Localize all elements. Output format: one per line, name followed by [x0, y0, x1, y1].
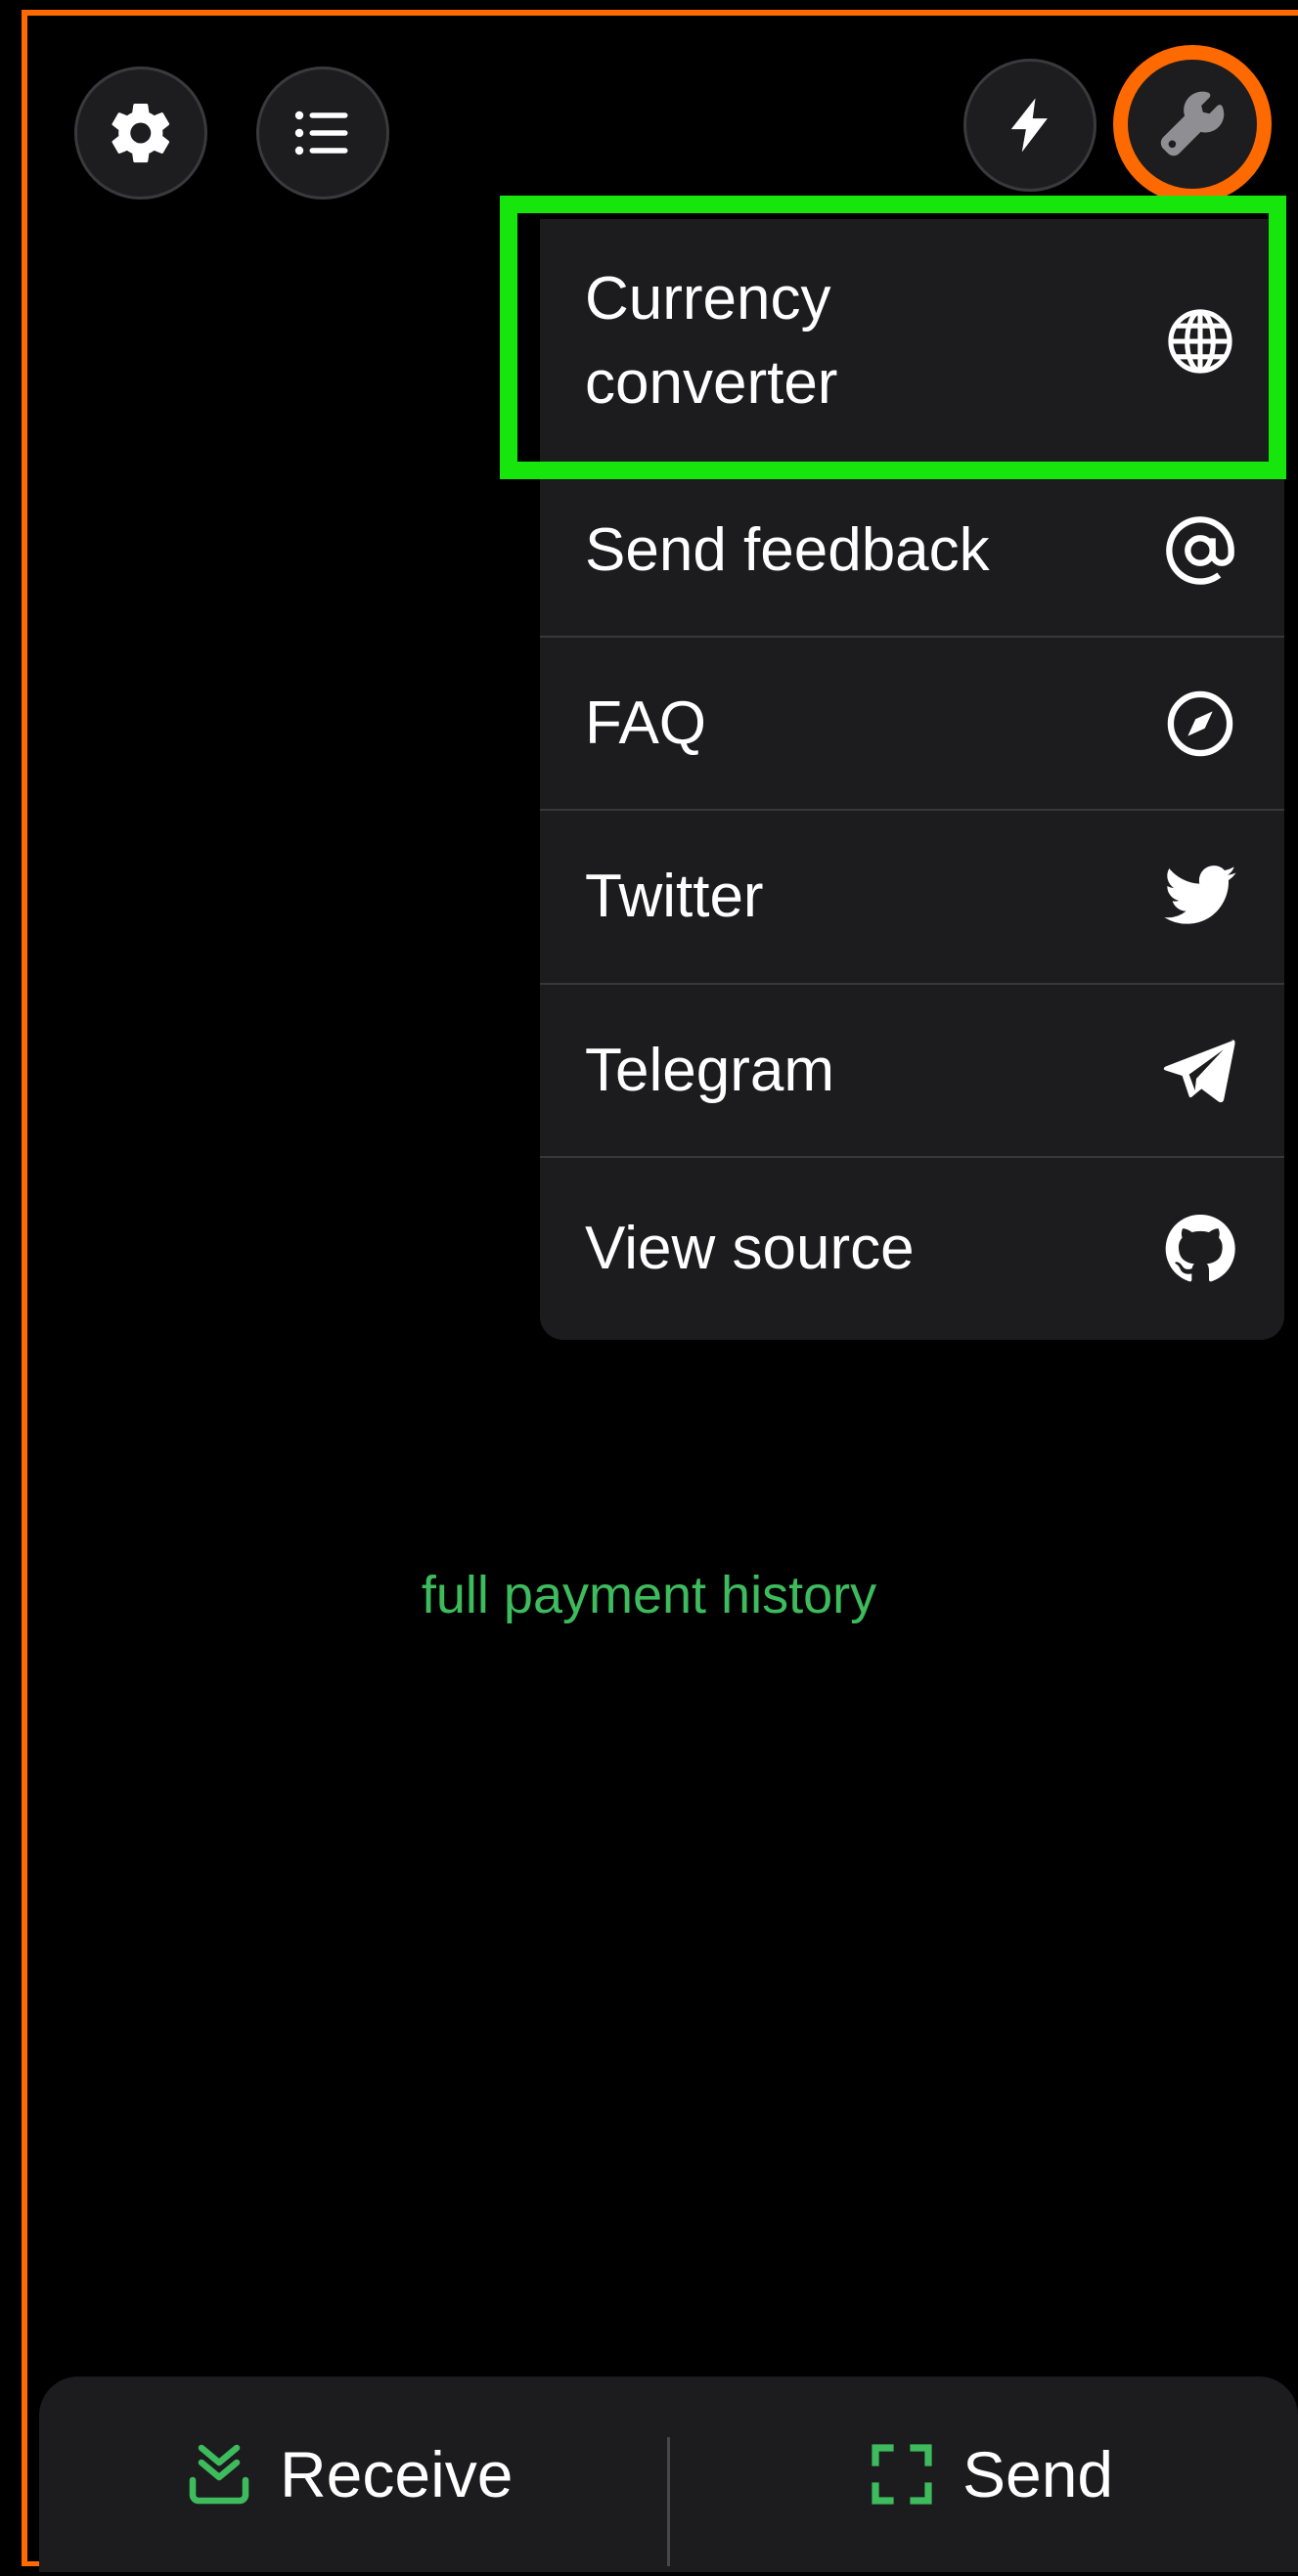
telegram-icon — [1161, 1032, 1239, 1110]
menu-item-label: FAQ — [585, 688, 707, 757]
menu-item-label: Twitter — [585, 863, 764, 930]
lightning-icon — [1010, 98, 1048, 153]
tools-dropdown-menu: Currency converter Send feedback FAQ Twi… — [540, 219, 1284, 1340]
github-icon — [1161, 1210, 1239, 1288]
divider — [667, 2437, 670, 2566]
lightning-button[interactable] — [963, 59, 1097, 192]
list-button[interactable] — [256, 67, 389, 200]
scan-icon — [867, 2439, 937, 2509]
menu-item-telegram[interactable]: Telegram — [540, 985, 1284, 1158]
full-payment-history-link[interactable]: full payment history — [0, 1565, 1298, 1625]
menu-item-label: View source — [585, 1215, 915, 1282]
menu-item-currency-converter[interactable]: Currency converter — [540, 219, 1284, 466]
menu-item-twitter[interactable]: Twitter — [540, 811, 1284, 985]
at-icon — [1161, 511, 1239, 590]
list-icon — [294, 111, 348, 155]
menu-item-label: Telegram — [585, 1036, 834, 1104]
menu-item-faq[interactable]: FAQ — [540, 638, 1284, 811]
receive-label: Receive — [280, 2438, 514, 2510]
send-label: Send — [962, 2438, 1114, 2510]
send-button[interactable]: Send — [867, 2376, 1113, 2572]
compass-icon — [1161, 685, 1239, 763]
wrench-icon — [1160, 91, 1225, 156]
settings-button[interactable] — [74, 67, 207, 200]
receive-button[interactable]: Receive — [184, 2376, 513, 2572]
menu-item-view-source[interactable]: View source — [540, 1158, 1284, 1340]
twitter-icon — [1161, 858, 1239, 936]
bottom-action-bar: Receive Send — [39, 2376, 1298, 2572]
menu-item-label: Send feedback — [585, 516, 990, 584]
gear-icon — [112, 103, 170, 163]
menu-item-label: Currency converter — [585, 265, 838, 417]
menu-item-send-feedback[interactable]: Send feedback — [540, 466, 1284, 638]
receive-icon — [184, 2439, 254, 2509]
tools-menu-button[interactable] — [1113, 45, 1272, 203]
globe-icon — [1161, 302, 1239, 380]
